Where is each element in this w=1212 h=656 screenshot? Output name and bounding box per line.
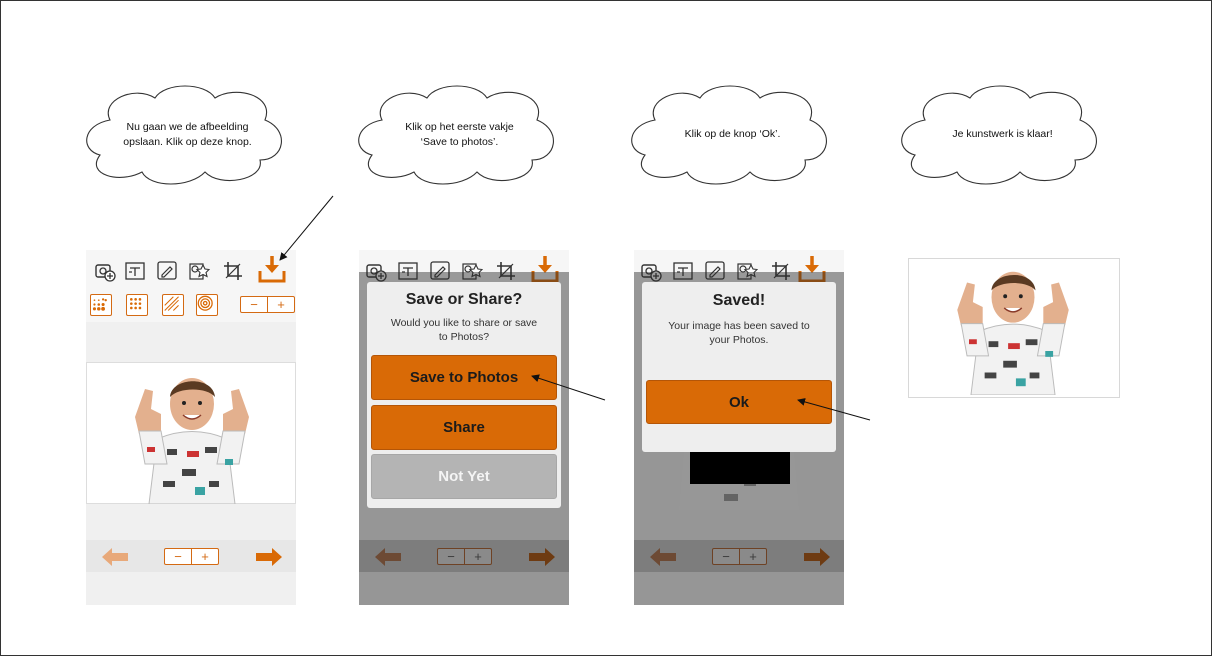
sticker-icon[interactable] [156,260,178,282]
shapes-icon[interactable] [188,260,211,282]
phone-screen-saved: − + Saved! Your image has been saved to … [634,250,844,605]
image-canvas[interactable] [86,362,296,504]
dots-icon[interactable] [126,294,148,316]
back-arrow-icon[interactable] [102,548,128,566]
toolbar [86,250,296,290]
bottom-nav: − + [634,540,844,572]
speech-cloud-1: Nu gaan we de afbeelding opslaan. Klik o… [80,80,295,190]
minus-button: − [722,549,730,564]
effects-row: − + [86,290,296,322]
phone-screen-save-share: − + Save or Share? Would you like to sha… [359,250,569,605]
back-arrow-icon [375,548,401,566]
text-icon[interactable] [124,260,146,282]
back-arrow-icon [650,548,676,566]
add-photo-icon[interactable] [94,260,116,282]
download-icon[interactable] [258,254,286,284]
phone-screen-edit: − + − + [86,250,296,605]
dialog-message: Would you like to share or save to Photo… [390,317,538,343]
zoom-stepper: − + [712,548,767,565]
lines-icon[interactable] [162,294,184,316]
zoom-stepper: − + [437,548,492,565]
plus-button: + [739,549,766,564]
crop-icon[interactable] [222,260,244,282]
cloud-text: Klik op het eerste vakje ‘Save to photos… [405,120,514,148]
next-arrow-icon [529,548,555,566]
minus-button[interactable]: − [241,297,267,312]
final-artwork-photo [908,258,1120,398]
save-to-photos-button[interactable]: Save to Photos [371,355,557,400]
save-share-dialog: Save or Share? Would you like to share o… [367,282,561,508]
dialog-title: Saved! [712,292,766,309]
circles-icon[interactable] [196,294,218,316]
speech-cloud-3: Klik op de knop ‘Ok’. [625,80,840,190]
next-arrow-icon [804,548,830,566]
bottom-nav: − + [86,540,296,572]
boy-photo [957,271,1069,395]
speech-cloud-4: Je kunstwerk is klaar! [895,80,1110,190]
ok-button[interactable]: Ok [646,380,832,424]
minus-button[interactable]: − [165,549,191,564]
dialog-message: Your image has been saved to your Photos… [668,320,810,346]
plus-button[interactable]: + [267,297,294,312]
size-stepper[interactable]: − + [240,296,295,313]
bottom-nav: − + [359,540,569,572]
plus-button: + [464,549,491,564]
zoom-stepper[interactable]: − + [164,548,219,565]
cloud-text: Je kunstwerk is klaar! [952,128,1053,141]
dialog-title: Save or Share? [405,291,523,308]
plus-button[interactable]: + [191,549,218,564]
not-yet-button[interactable]: Not Yet [371,454,557,499]
saved-dialog: Saved! Your image has been saved to your… [642,282,836,452]
speech-cloud-2: Klik op het eerste vakje ‘Save to photos… [352,80,567,190]
redacted-block [690,452,790,484]
cloud-text: Nu gaan we de afbeelding opslaan. Klik o… [123,120,252,148]
boy-photo [135,378,249,504]
cloud-text: Klik op de knop ‘Ok’. [684,128,781,141]
next-arrow-icon[interactable] [256,548,282,566]
halftone-icon[interactable] [90,294,112,316]
minus-button: − [447,549,455,564]
share-button[interactable]: Share [371,405,557,450]
